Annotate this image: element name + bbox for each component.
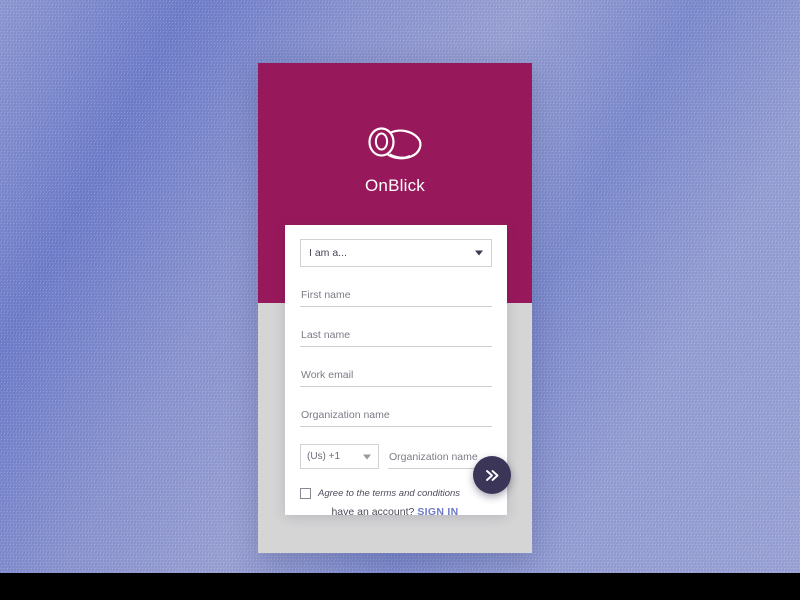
first-name-field[interactable]: First name xyxy=(300,281,492,307)
signin-prompt-text: have an account? xyxy=(331,506,415,518)
work-email-placeholder: Work email xyxy=(301,369,354,381)
next-button[interactable] xyxy=(473,456,511,494)
chevron-down-icon xyxy=(363,454,371,459)
country-code-value: (Us) +1 xyxy=(307,451,341,462)
chevron-down-icon xyxy=(475,250,483,256)
dog-head-outline-icon xyxy=(368,127,422,160)
bottom-letterbox-bar xyxy=(0,573,800,600)
double-chevron-right-icon xyxy=(485,469,498,481)
brand-name: OnBlick xyxy=(365,176,425,195)
checkbox-empty-icon[interactable] xyxy=(300,488,311,499)
signin-prompt: have an account? SIGN IN xyxy=(258,506,532,518)
last-name-field[interactable]: Last name xyxy=(300,321,492,347)
organization-name-field[interactable]: Organization name xyxy=(300,401,492,427)
last-name-placeholder: Last name xyxy=(301,329,351,341)
country-code-select[interactable]: (Us) +1 xyxy=(300,444,379,469)
terms-row[interactable]: Agree to the terms and conditions xyxy=(300,488,492,499)
first-name-placeholder: First name xyxy=(301,289,351,301)
work-email-field[interactable]: Work email xyxy=(300,361,492,387)
organization-name-placeholder: Organization name xyxy=(301,409,390,421)
phone-row: (Us) +1 Organization name xyxy=(300,443,492,469)
signup-card: OnBlick I am a... First name Last name W… xyxy=(258,63,532,553)
phone-number-placeholder: Organization name xyxy=(389,451,478,463)
terms-label: Agree to the terms and conditions xyxy=(318,488,461,499)
role-select-value: I am a... xyxy=(309,247,347,259)
screen: OnBlick I am a... First name Last name W… xyxy=(0,0,800,600)
signin-link[interactable]: SIGN IN xyxy=(417,506,458,518)
role-select[interactable]: I am a... xyxy=(300,239,492,267)
